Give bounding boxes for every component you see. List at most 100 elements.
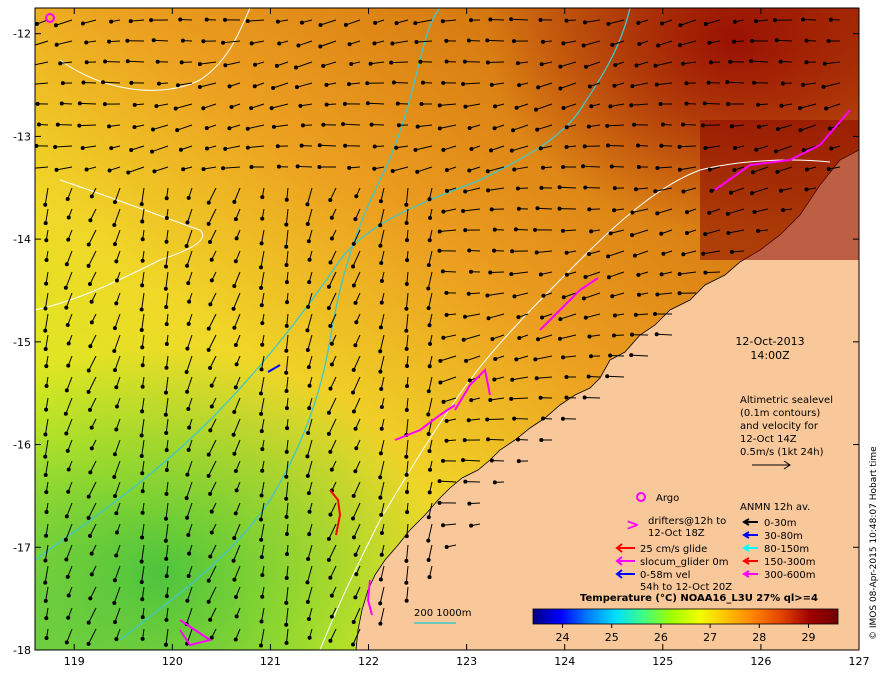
velocity-arrow-head	[438, 358, 443, 363]
velocity-arrow-head	[426, 306, 431, 311]
velocity-arrow-head	[677, 144, 682, 149]
velocity-arrow-head	[677, 291, 682, 296]
velocity-arrow-head	[64, 262, 69, 267]
velocity-arrow-head	[378, 577, 383, 582]
vel-legend-label: 54h to 12-Oct 20Z	[640, 582, 732, 593]
velocity-arrow-head	[437, 126, 442, 131]
velocity-arrow-head	[404, 346, 409, 351]
velocity-arrow	[153, 39, 169, 42]
velocity-arrow-head	[229, 104, 234, 109]
velocity-arrow-head	[163, 412, 168, 417]
lon-tick-label: 127	[849, 655, 870, 668]
velocity-arrow-head	[284, 576, 289, 581]
velocity-arrow-head	[560, 416, 565, 421]
velocity-arrow-head	[589, 104, 594, 109]
velocity-arrow-head	[564, 375, 569, 380]
velocity-arrow-head	[466, 291, 471, 296]
velocity-arrow-head	[485, 38, 490, 43]
velocity-arrow-head	[343, 22, 348, 27]
velocity-arrow-head	[163, 390, 168, 395]
velocity-arrow-head	[164, 365, 169, 370]
velocity-arrow-head	[633, 312, 638, 317]
velocity-arrow-head	[426, 432, 431, 437]
velocity-arrow-head	[113, 494, 118, 499]
velocity-arrow-head	[427, 197, 432, 202]
velocity-arrow-head	[245, 126, 250, 131]
velocity-arrow-head	[514, 357, 519, 362]
velocity-arrow-head	[140, 219, 145, 224]
colorbar-tick-label: 27	[703, 631, 717, 644]
velocity-arrow-head	[558, 86, 563, 91]
lon-tick-label: 122	[358, 655, 379, 668]
velocity-arrow-head	[66, 341, 71, 346]
velocity-arrow-head	[659, 143, 664, 148]
velocity-arrow-head	[65, 574, 70, 579]
velocity-arrow-head	[605, 143, 610, 148]
velocity-arrow-head	[610, 294, 615, 299]
velocity-arrow-head	[404, 408, 409, 413]
velocity-arrow-head	[43, 558, 48, 563]
velocity-arrow-head	[488, 270, 493, 275]
velocity-arrow-head	[513, 227, 518, 232]
velocity-arrow-head	[66, 615, 71, 620]
velocity-arrow-head	[114, 385, 119, 390]
velocity-arrow-head	[749, 191, 754, 196]
velocity-arrow-head	[185, 220, 190, 225]
velocity-arrow-head	[488, 17, 493, 22]
velocity-arrow-head	[378, 451, 383, 456]
velocity-arrow-head	[468, 18, 473, 23]
velocity-arrow-head	[605, 374, 610, 379]
velocity-arrow-head	[259, 391, 264, 396]
velocity-arrow-head	[681, 122, 686, 127]
velocity-arrow-head	[164, 594, 169, 599]
velocity-arrow-head	[58, 61, 63, 66]
velocity-arrow-head	[486, 188, 491, 193]
velocity-arrow-head	[444, 290, 449, 295]
velocity-arrow-head	[307, 635, 312, 640]
lon-tick-label: 125	[652, 655, 673, 668]
altimetry-line: 0.5m/s (1kt 24h)	[740, 447, 824, 458]
velocity-arrow-head	[440, 19, 445, 24]
colorbar-tick-label: 26	[654, 631, 668, 644]
velocity-arrow	[490, 18, 505, 21]
velocity-arrow-head	[197, 62, 202, 67]
velocity-arrow-head	[152, 169, 157, 174]
velocity-arrow-head	[175, 128, 180, 133]
velocity-arrow-head	[512, 167, 517, 172]
velocity-arrow-head	[186, 195, 191, 200]
velocity-arrow-head	[630, 332, 635, 337]
velocity-arrow-head	[164, 448, 169, 453]
velocity-arrow-head	[181, 167, 186, 172]
velocity-arrow-head	[298, 103, 303, 108]
velocity-arrow-head	[208, 554, 213, 559]
velocity-arrow-head	[164, 239, 169, 244]
velocity-arrow-head	[35, 21, 40, 26]
velocity-arrow-head	[285, 552, 290, 557]
velocity-arrow-head	[703, 270, 708, 275]
velocity-arrow-head	[390, 169, 395, 174]
velocity-arrow-head	[441, 523, 446, 528]
velocity-arrow-head	[89, 299, 94, 304]
velocity-arrow-head	[299, 20, 304, 25]
velocity-arrow-head	[463, 479, 468, 484]
velocity-arrow-head	[351, 264, 356, 269]
velocity-arrow-head	[299, 143, 304, 148]
velocity-arrow-head	[426, 557, 431, 562]
velocity-arrow-head	[259, 285, 264, 290]
velocity-arrow-head	[285, 426, 290, 431]
velocity-arrow-head	[140, 636, 145, 641]
velocity-arrow-head	[342, 101, 347, 106]
velocity-arrow-head	[581, 296, 586, 301]
velocity-arrow-head	[88, 407, 93, 412]
velocity-arrow-head	[444, 312, 449, 317]
velocity-arrow-head	[462, 438, 467, 443]
colorbar-tick-label: 28	[752, 631, 766, 644]
velocity-arrow-head	[233, 259, 238, 264]
velocity-arrow-head	[284, 263, 289, 268]
velocity-arrow-head	[493, 104, 498, 109]
velocity-arrow-head	[582, 20, 587, 25]
velocity-arrow-head	[726, 101, 731, 106]
velocity-arrow-head	[307, 383, 312, 388]
velocity-arrow-head	[139, 433, 144, 438]
velocity-arrow-head	[733, 146, 738, 151]
